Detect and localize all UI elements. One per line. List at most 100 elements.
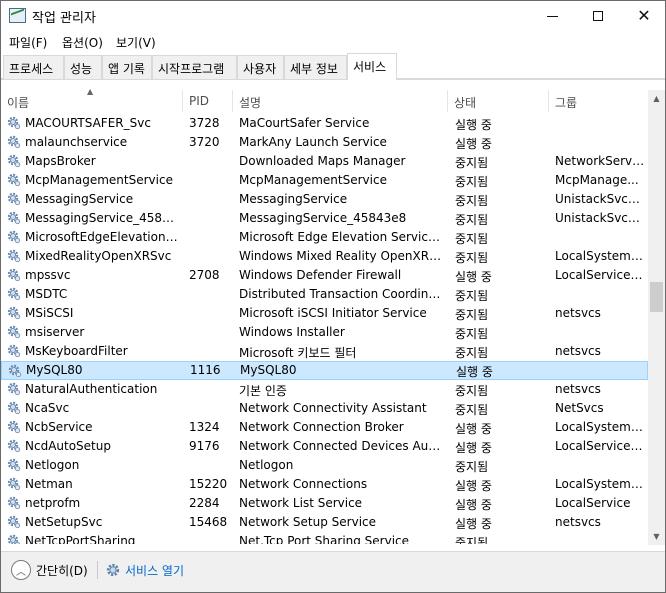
tab-services[interactable]: 서비스 [347,53,397,80]
table-row[interactable]: NaturalAuthentication 기본 인증 중지됨 netsvcs [1,380,648,399]
cell-name: MessagingService_45843e8 [25,211,181,225]
table-row[interactable]: netprofm 2284 Network List Service 실행 중 Loca… [1,494,648,513]
cell-name: NaturalAuthentication [25,382,158,396]
table-row[interactable]: NcbService 1324 Network Connection Broker 실… [1,418,648,437]
menu-options[interactable]: 옵션(O) [62,34,103,51]
cell-description: Windows Mixed Reality OpenXR Ser... [239,249,444,263]
title-bar[interactable]: 작업 관리자 ✕ [1,1,665,31]
cell-name: MySQL80 [26,363,83,377]
open-services-button[interactable]: 서비스 열기 [105,560,184,580]
table-row[interactable]: MessagingService_45843e8 MessagingService… [1,209,648,228]
table-row[interactable]: MACOURTSAFER_Svc 3728 MaCourtSafer Service… [1,114,648,133]
chevron-up-icon[interactable]: ︿ [11,560,31,580]
cell-pid: 3728 [189,116,220,130]
cell-status: 실행 중 [455,479,492,493]
table-row[interactable]: malaunchservice 3720 MarkAny Launch Servic… [1,133,648,152]
vertical-scrollbar[interactable]: ▲ ▼ [648,90,665,545]
table-row[interactable]: MapsBroker Downloaded Maps Manager 중지됨 Netw… [1,152,648,171]
gear-icon [7,116,21,130]
cell-name: NetTcpPortSharing [25,534,136,544]
menu-view[interactable]: 보기(V) [116,34,156,51]
table-row-selected[interactable]: MySQL80 1116 MySQL80 실행 중 [1,361,648,380]
cell-group: LocalService [555,496,631,510]
scroll-up-arrow-icon[interactable]: ▲ [648,90,665,107]
fewer-details-button[interactable]: 간단히(D) [36,562,88,579]
tab-app-history[interactable]: 앱 기록 [102,55,152,79]
cell-status: 실행 중 [455,498,492,512]
cell-name: NcbService [25,420,93,434]
cell-group: LocalServiceN... [555,268,645,282]
scrollbar-thumb[interactable] [650,282,663,312]
maximize-button[interactable] [575,1,621,31]
tab-users[interactable]: 사용자 [237,55,284,79]
tab-startup[interactable]: 시작프로그램 [152,55,237,79]
cell-description: MarkAny Launch Service [239,135,387,149]
column-header-pid[interactable]: PID [183,90,233,112]
gear-icon [7,458,21,472]
table-row[interactable]: Netlogon Netlogon 중지됨 [1,456,648,475]
cell-description: Microsoft iSCSI Initiator Service [239,306,427,320]
cell-description: MySQL80 [240,363,297,377]
scroll-down-arrow-icon[interactable]: ▼ [648,528,665,545]
gear-icon [7,230,21,244]
minimize-button[interactable] [529,1,575,31]
cell-name: NetSetupSvc [25,515,103,529]
table-row[interactable]: MSDTC Distributed Transaction Coordinator… [1,285,648,304]
tab-performance[interactable]: 성능 [64,55,102,79]
cell-group: netsvcs [555,515,601,529]
menu-file[interactable]: 파일(F) [9,34,47,51]
close-icon: ✕ [637,6,651,25]
column-header-name[interactable]: 이름 [1,90,183,112]
cell-group: McpManage... [555,173,639,187]
cell-status: 중지됨 [455,232,489,246]
table-row[interactable]: NcdAutoSetup 9176 Network Connected Device… [1,437,648,456]
minimize-icon [546,15,558,17]
table-row[interactable]: MessagingService MessagingService 중지됨 Unist… [1,190,648,209]
cell-description: Network Setup Service [239,515,377,529]
cell-pid: 1324 [189,420,220,434]
cell-group: UnistackSvcGr... [555,192,645,206]
services-list[interactable]: MACOURTSAFER_Svc 3728 MaCourtSafer Service… [1,114,648,544]
table-row[interactable]: NcaSvc Network Connectivity Assistant 중지됨 N… [1,399,648,418]
gear-icon [7,306,21,320]
table-row[interactable]: NetSetupSvc 15468 Network Setup Service 실행 … [1,513,648,532]
cell-description: Network Connection Broker [239,420,404,434]
gear-icon [7,382,21,396]
gear-icon [7,344,21,358]
cell-name: msiserver [25,325,85,339]
table-row[interactable]: MSiSCSI Microsoft iSCSI Initiator Service… [1,304,648,323]
cell-name: MACOURTSAFER_Svc [25,116,151,130]
cell-status: 중지됨 [455,156,489,170]
cell-pid: 15468 [189,515,228,529]
table-row[interactable]: Netman 15220 Network Connections 실행 중 LocalS… [1,475,648,494]
cell-name: MixedRealityOpenXRSvc [25,249,172,263]
gear-icon [7,496,21,510]
gear-icon [7,211,21,225]
cell-status: 중지됨 [455,536,489,544]
cell-description: Microsoft Edge Elevation Service (... [239,230,444,244]
cell-pid: 1116 [190,363,221,377]
table-row[interactable]: mpssvc 2708 Windows Defender Firewall 실행 중 L… [1,266,648,285]
table-row[interactable]: MicrosoftEdgeElevationSer... Microsoft Ed… [1,228,648,247]
tab-details[interactable]: 세부 정보 [284,55,347,79]
gear-icon [7,192,21,206]
table-row[interactable]: McpManagementService McpManagementService… [1,171,648,190]
gear-icon [7,420,21,434]
table-row[interactable]: msiserver Windows Installer 중지됨 [1,323,648,342]
table-row[interactable]: NetTcpPortSharing Net.Tcp Port Sharing Se… [1,532,648,544]
column-header-status[interactable]: 상태 [448,90,549,112]
close-button[interactable]: ✕ [621,1,666,31]
gear-icon [8,364,22,378]
gear-icon [7,477,21,491]
table-row[interactable]: MixedRealityOpenXRSvc Windows Mixed Reali… [1,247,648,266]
gear-icon [7,401,21,415]
cell-name: MsKeyboardFilter [25,344,128,358]
column-header-group[interactable]: 그룹 [549,90,648,112]
tab-processes[interactable]: 프로세스 [3,55,64,79]
column-header-description[interactable]: 설명 [233,90,448,112]
table-row[interactable]: MsKeyboardFilter Microsoft 키보드 필터 중지됨 netsv… [1,342,648,361]
cell-description: Network Connectivity Assistant [239,401,427,415]
cell-pid: 3720 [189,135,220,149]
cell-name: NcdAutoSetup [25,439,111,453]
services-panel: ▲ 이름 PID 설명 상태 그룹 MACOURTSAFER_Svc 3728 Ma… [1,79,665,551]
